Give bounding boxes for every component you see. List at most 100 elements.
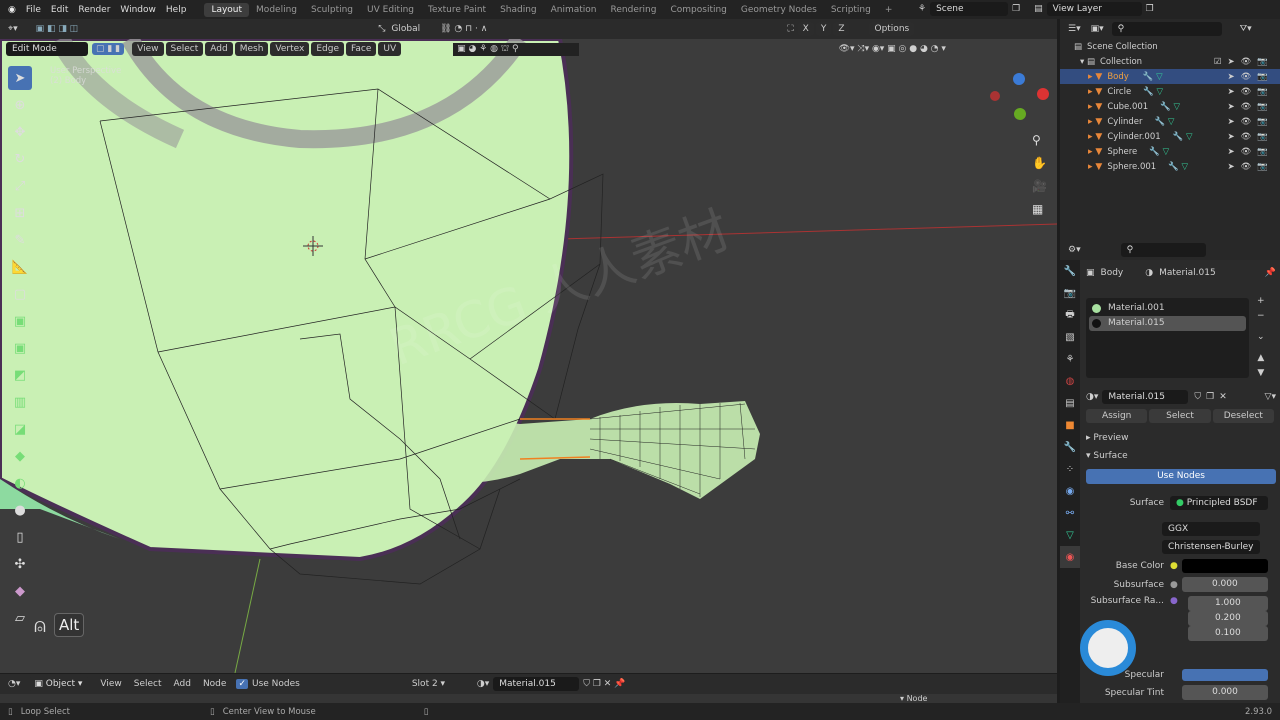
cursor-tool[interactable]: ⊕ [8, 93, 32, 117]
material-browse-icon[interactable]: ◑▾ [477, 679, 489, 689]
material-slot-active[interactable]: Material.015 [1089, 315, 1246, 331]
outliner-item-circle[interactable]: ▸ ▼ Circle 🔧 ▽ ➤👁📷 [1060, 84, 1280, 99]
modifier-icons[interactable]: 🔧 ▽ [1160, 102, 1180, 112]
use-nodes-button[interactable]: Use Nodes [1086, 469, 1276, 484]
menu-select[interactable]: Select [134, 679, 162, 689]
move-tool[interactable]: ✥ [8, 120, 32, 144]
material-slot[interactable]: Material.001 [1089, 301, 1246, 316]
view-layer-selector[interactable]: View Layer [1046, 2, 1142, 16]
menu-node[interactable]: Node [203, 679, 227, 689]
transform-tool[interactable]: ⊞ [8, 201, 32, 225]
scene-collection-row[interactable]: ▤ Scene Collection [1060, 39, 1280, 54]
properties-search[interactable]: ⚲ [1120, 243, 1206, 257]
visibility-icons[interactable]: ➤👁📷 [1228, 147, 1275, 157]
slot-dropdown[interactable]: Slot 2 ▾ [412, 679, 467, 689]
preview-panel-header[interactable]: ▸ Preview [1086, 433, 1276, 443]
collection-row[interactable]: ▾ ▤ Collection ☑➤👁📷 [1060, 54, 1280, 69]
menu-view[interactable]: View [132, 42, 164, 56]
material-name-field[interactable]: Material.015 [493, 677, 580, 691]
modifier-icons[interactable]: 🔧 ▽ [1155, 117, 1175, 127]
menu-face[interactable]: Face [346, 42, 377, 56]
bevel-tool[interactable]: ◩ [8, 363, 32, 387]
subsurface-field[interactable]: 0.000 [1181, 577, 1268, 592]
select-button[interactable]: Select [1149, 409, 1211, 423]
menu-vertex[interactable]: Vertex [270, 42, 310, 56]
deselect-button[interactable]: Deselect [1212, 409, 1274, 423]
data-tab-icon[interactable]: ▽ [1060, 524, 1080, 546]
scene-tab-icon[interactable]: ⚘ [1060, 348, 1080, 370]
inset-tool[interactable]: ▣ [8, 336, 32, 360]
output-tab-icon[interactable]: 🖶 [1060, 304, 1080, 326]
modifier-icons[interactable]: 🔧 ▽ [1149, 147, 1169, 157]
add-workspace-button[interactable]: + [878, 3, 900, 17]
specular-tint-field[interactable]: 0.000 [1182, 685, 1268, 700]
visibility-icons[interactable]: ➤👁📷 [1228, 117, 1275, 127]
fake-user-icon[interactable]: ⛉ [1194, 392, 1201, 402]
visibility-icons[interactable]: ➤👁📷 [1228, 72, 1275, 82]
outliner-item-cylinder-001[interactable]: ▸ ▼ Cylinder.001 🔧 ▽ ➤👁📷 [1060, 129, 1280, 144]
mode-dropdown[interactable]: Edit Mode [6, 42, 88, 56]
tab-layout[interactable]: Layout [204, 2, 250, 17]
material-browse-icon[interactable]: ◑▾ [1086, 392, 1098, 402]
slot-specials-button[interactable]: ⌄ [1257, 330, 1265, 345]
measure-tool[interactable]: 📐 [8, 255, 32, 279]
physics-tab-icon[interactable]: ◉ [1060, 480, 1080, 502]
spin-tool[interactable]: ◐ [8, 471, 32, 495]
menu-edit[interactable]: Edit [51, 5, 68, 15]
add-cube-tool[interactable]: ▢ [8, 282, 32, 306]
outliner-search[interactable]: ⚲ [1111, 22, 1222, 36]
modifier-icons[interactable]: 🔧 ▽ [1143, 87, 1163, 97]
subsurface-radius-y[interactable]: 0.200 [1187, 611, 1268, 626]
outliner-item-cylinder[interactable]: ▸ ▼ Cylinder 🔧 ▽ ➤👁📷 [1060, 114, 1280, 129]
ortho-grid-icon[interactable]: ▦ [1032, 198, 1047, 221]
assign-button[interactable]: Assign [1086, 409, 1148, 423]
move-slot-up-button[interactable]: ▲ [1257, 351, 1265, 366]
move-slot-down-button[interactable]: ▼ [1257, 366, 1265, 381]
unlink-material-icon[interactable]: ✕ [1219, 392, 1227, 402]
new-view-layer-icon[interactable]: ❐ [1146, 4, 1154, 14]
filter-icons[interactable]: ▣ ◕ ⚘ ◍ ⛫ ⚲ [453, 42, 579, 56]
distribution-dropdown[interactable]: GGX [1162, 522, 1260, 536]
options-dropdown[interactable]: Options [869, 22, 915, 36]
mirror-z-toggle[interactable]: Z [833, 22, 850, 36]
visibility-icons[interactable]: ➤👁📷 [1228, 102, 1275, 112]
new-scene-icon[interactable]: ❐ [1012, 4, 1020, 14]
tab-scripting[interactable]: Scripting [824, 3, 878, 17]
transform-pivot-icon[interactable]: ⌖▾ [8, 24, 18, 34]
outliner-item-sphere[interactable]: ▸ ▼ Sphere 🔧 ▽ ➤👁📷 [1060, 144, 1280, 159]
tab-texture-paint[interactable]: Texture Paint [421, 3, 493, 17]
world-tab-icon[interactable]: ◍ [1060, 370, 1080, 392]
remove-slot-button[interactable]: − [1257, 309, 1265, 324]
smooth-tool[interactable]: ● [8, 498, 32, 522]
select-mode-icons[interactable]: ▣ ◧ ◨ ◫ [36, 24, 79, 34]
orientation-dropdown[interactable]: Global [391, 24, 420, 34]
header-material-icons[interactable]: ⛉ ❐ ✕ 📌 [583, 679, 625, 689]
loop-cut-tool[interactable]: ▥ [8, 390, 32, 414]
menu-render[interactable]: Render [78, 5, 110, 15]
duplicate-material-icon[interactable]: ❐ [1206, 392, 1214, 402]
specular-slider[interactable] [1182, 669, 1268, 681]
outliner-item-cube-001[interactable]: ▸ ▼ Cube.001 🔧 ▽ ➤👁📷 [1060, 99, 1280, 114]
modifier-icons[interactable]: 🔧 ▽ [1143, 72, 1163, 82]
mirror-x-toggle[interactable]: X [797, 22, 814, 36]
modifier-icons[interactable]: 🔧 ▽ [1168, 162, 1188, 172]
knife-tool[interactable]: ◪ [8, 417, 32, 441]
base-color-swatch[interactable] [1181, 559, 1268, 573]
modifier-tab-icon[interactable]: 🔧 [1060, 436, 1080, 458]
poly-build-tool[interactable]: ◆ [8, 444, 32, 468]
subsurface-radius-x[interactable]: 1.000 [1187, 596, 1268, 611]
menu-file[interactable]: File [26, 5, 41, 15]
select-box-tool[interactable]: ➤ [8, 66, 32, 90]
shear-tool[interactable]: ◆ [8, 579, 32, 603]
filter-icon[interactable]: ⛛▾ [1240, 24, 1252, 34]
menu-help[interactable]: Help [166, 5, 187, 15]
menu-uv[interactable]: UV [378, 42, 402, 56]
tab-sculpting[interactable]: Sculpting [304, 3, 360, 17]
menu-edge[interactable]: Edge [311, 42, 344, 56]
scene-selector[interactable]: Scene [930, 2, 1009, 16]
extrude-tool[interactable]: ▣ [8, 309, 32, 333]
shrink-fatten-tool[interactable]: ✣ [8, 552, 32, 576]
tab-geometry-nodes[interactable]: Geometry Nodes [734, 3, 824, 17]
modifier-icons[interactable]: 🔧 ▽ [1173, 132, 1193, 142]
editor-type-icon[interactable]: ☰▾ [1068, 24, 1081, 34]
